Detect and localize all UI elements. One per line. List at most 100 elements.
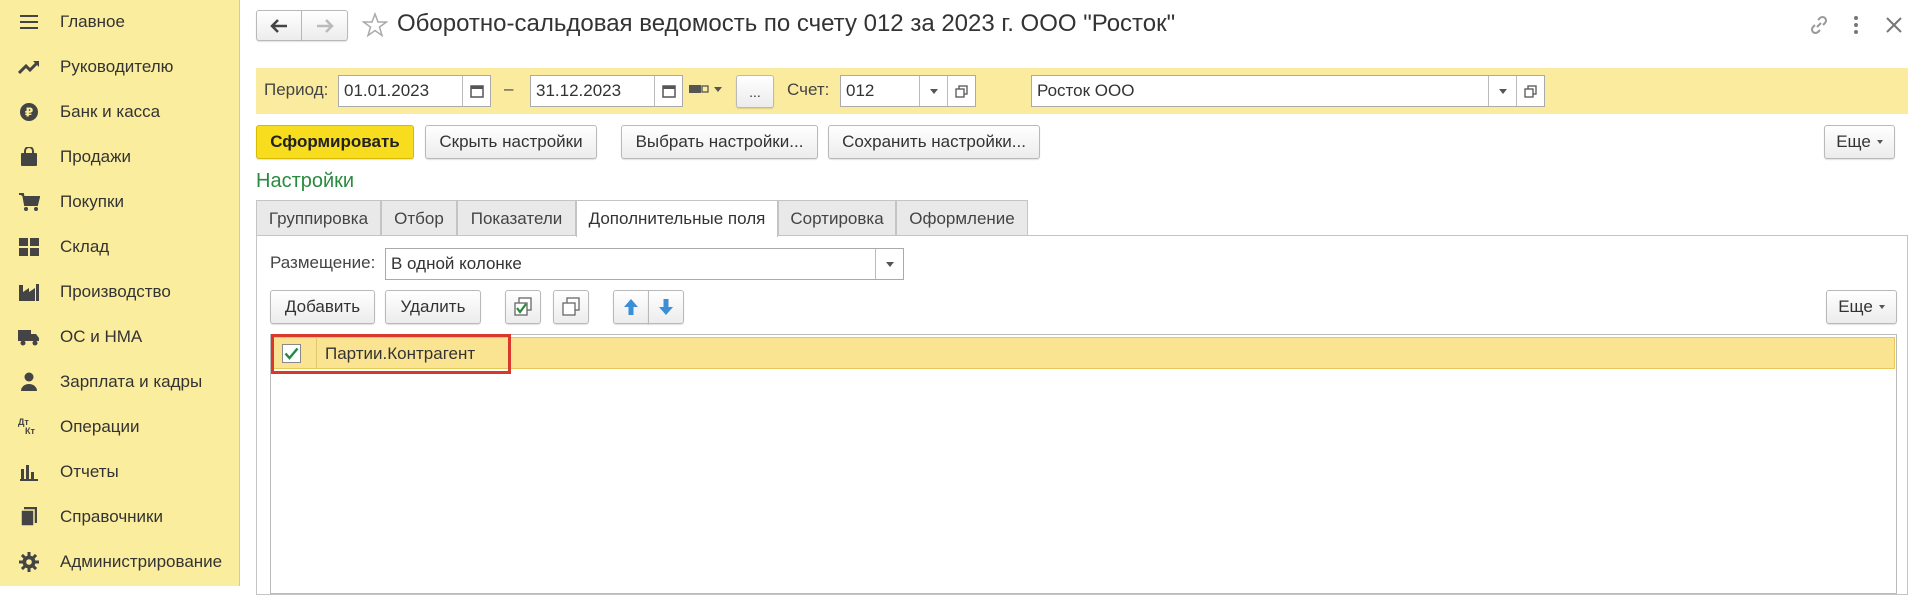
- move-up-button[interactable]: [613, 290, 649, 324]
- sidebar-item-label: Операции: [60, 417, 140, 436]
- chevron-down-icon: [1876, 140, 1883, 144]
- panel-more-button[interactable]: Еще: [1826, 290, 1897, 324]
- dt-kt-icon: Дт Кт: [18, 417, 35, 436]
- tab-grouping[interactable]: Группировка: [256, 200, 381, 236]
- tab-sorting[interactable]: Сортировка: [778, 200, 896, 236]
- add-button[interactable]: Добавить: [270, 290, 375, 324]
- report-form: Оборотно-сальдовая ведомость по счету 01…: [240, 0, 1920, 595]
- calendar-button[interactable]: [654, 76, 682, 106]
- check-all-button[interactable]: [505, 290, 541, 324]
- book-icon: [18, 507, 40, 527]
- factory-icon: [18, 282, 40, 302]
- organization-input[interactable]: Росток ООО: [1031, 75, 1545, 107]
- move-down-button[interactable]: [648, 290, 684, 324]
- tab-additional-fields[interactable]: Дополнительные поля: [576, 200, 778, 237]
- sidebar-item-fixed-assets[interactable]: ОС и НМА: [0, 317, 240, 357]
- checkmark-icon: [284, 347, 299, 360]
- sidebar-item-manager[interactable]: Руководителю: [0, 47, 240, 87]
- chevron-down-icon: [1498, 88, 1507, 94]
- more-vert-icon[interactable]: [1850, 14, 1862, 41]
- sidebar-item-references[interactable]: Справочники: [0, 497, 240, 537]
- sidebar-item-salary[interactable]: Зарплата и кадры: [0, 362, 240, 402]
- account-dropdown-button[interactable]: [919, 76, 947, 106]
- chevron-down-icon: [929, 88, 938, 94]
- organization-value: Росток ООО: [1037, 81, 1135, 100]
- column-divider: [316, 338, 317, 368]
- placement-label: Размещение:: [270, 253, 376, 272]
- sidebar-item-production[interactable]: Производство: [0, 272, 240, 312]
- truck-icon: [18, 327, 40, 347]
- sidebar-item-label: ОС и НМА: [60, 327, 143, 346]
- sidebar-item-main[interactable]: Главное: [0, 2, 240, 42]
- account-label: Счет:: [787, 80, 830, 99]
- bag-icon: [18, 147, 40, 167]
- organization-dropdown-button[interactable]: [1488, 76, 1516, 106]
- tab-appearance[interactable]: Оформление: [896, 200, 1028, 236]
- sidebar-item-reports[interactable]: Отчеты: [0, 452, 240, 492]
- arrow-up-icon: [624, 299, 638, 315]
- table-row[interactable]: Партии.Контрагент: [272, 337, 1895, 369]
- sidebar-item-label: Банк и касса: [60, 102, 161, 121]
- page-title: Оборотно-сальдовая ведомость по счету 01…: [397, 10, 1176, 37]
- sidebar-item-bank[interactable]: ₽ Банк и касса: [0, 92, 240, 132]
- menu-icon: [18, 12, 40, 32]
- chevron-down-icon: [1878, 305, 1885, 309]
- sidebar-item-label: Зарплата и кадры: [60, 372, 203, 391]
- hide-settings-button[interactable]: Скрыть настройки: [425, 125, 597, 159]
- more-button[interactable]: Еще: [1824, 125, 1895, 159]
- field-name: Партии.Контрагент: [325, 344, 476, 363]
- account-input[interactable]: 012: [840, 75, 976, 107]
- star-icon[interactable]: [361, 11, 389, 43]
- generate-button[interactable]: Сформировать: [256, 125, 414, 159]
- back-button[interactable]: [256, 10, 302, 41]
- account-open-button[interactable]: [947, 76, 975, 106]
- bar-chart-icon: [18, 462, 40, 482]
- link-icon[interactable]: [1808, 14, 1830, 41]
- forward-button[interactable]: [302, 10, 348, 41]
- person-icon: [18, 372, 40, 392]
- date-from-value: 01.01.2023: [344, 81, 430, 100]
- calendar-button[interactable]: [462, 76, 490, 106]
- sidebar-item-label: Отчеты: [60, 462, 119, 481]
- gear-icon: [18, 552, 40, 572]
- sidebar-item-label: Покупки: [60, 192, 124, 211]
- date-to-value: 31.12.2023: [536, 81, 622, 100]
- uncheck-all-button[interactable]: [553, 290, 589, 324]
- sidebar-item-label: Склад: [60, 237, 110, 256]
- sidebar-item-warehouse[interactable]: Склад: [0, 227, 240, 267]
- period-label: Период:: [264, 80, 329, 99]
- date-to-input[interactable]: 31.12.2023: [530, 75, 683, 107]
- save-settings-button[interactable]: Сохранить настройки...: [828, 125, 1040, 159]
- check-all-icon: [514, 297, 532, 316]
- placement-dropdown-button[interactable]: [875, 249, 903, 279]
- row-checkbox[interactable]: [282, 344, 301, 363]
- organization-open-button[interactable]: [1516, 76, 1544, 106]
- additional-fields-panel: Размещение: В одной колонке Добавить Уда…: [256, 235, 1908, 595]
- sidebar-item-purchases[interactable]: Покупки: [0, 182, 240, 222]
- trend-icon: [18, 57, 40, 77]
- arrow-left-icon: [270, 18, 287, 33]
- sidebar-item-operations[interactable]: Дт Кт Операции: [0, 407, 240, 447]
- fields-table: Партии.Контрагент: [270, 334, 1897, 594]
- tab-filter[interactable]: Отбор: [381, 200, 457, 236]
- svg-text:₽: ₽: [25, 106, 33, 120]
- tab-indicators[interactable]: Показатели: [457, 200, 576, 236]
- placement-value: В одной колонке: [391, 254, 522, 273]
- close-icon[interactable]: [1884, 15, 1904, 40]
- choose-settings-button[interactable]: Выбрать настройки...: [621, 125, 818, 159]
- chevron-down-icon: [714, 86, 722, 92]
- warehouse-icon: [18, 237, 40, 257]
- period-variant-icon: [689, 85, 709, 93]
- more-button-label: Еще: [1836, 132, 1871, 151]
- arrow-right-icon: [316, 18, 334, 33]
- sidebar-item-sales[interactable]: Продажи: [0, 137, 240, 177]
- uncheck-all-icon: [562, 297, 580, 316]
- open-form-icon: [955, 84, 968, 98]
- settings-title: Настройки: [256, 170, 355, 192]
- period-variant-dropdown[interactable]: [688, 83, 722, 95]
- placement-select[interactable]: В одной колонке: [385, 248, 904, 280]
- delete-button[interactable]: Удалить: [385, 290, 481, 324]
- date-from-input[interactable]: 01.01.2023: [338, 75, 491, 107]
- sidebar-item-administration[interactable]: Администрирование: [0, 542, 240, 582]
- period-select-button[interactable]: ...: [736, 75, 774, 108]
